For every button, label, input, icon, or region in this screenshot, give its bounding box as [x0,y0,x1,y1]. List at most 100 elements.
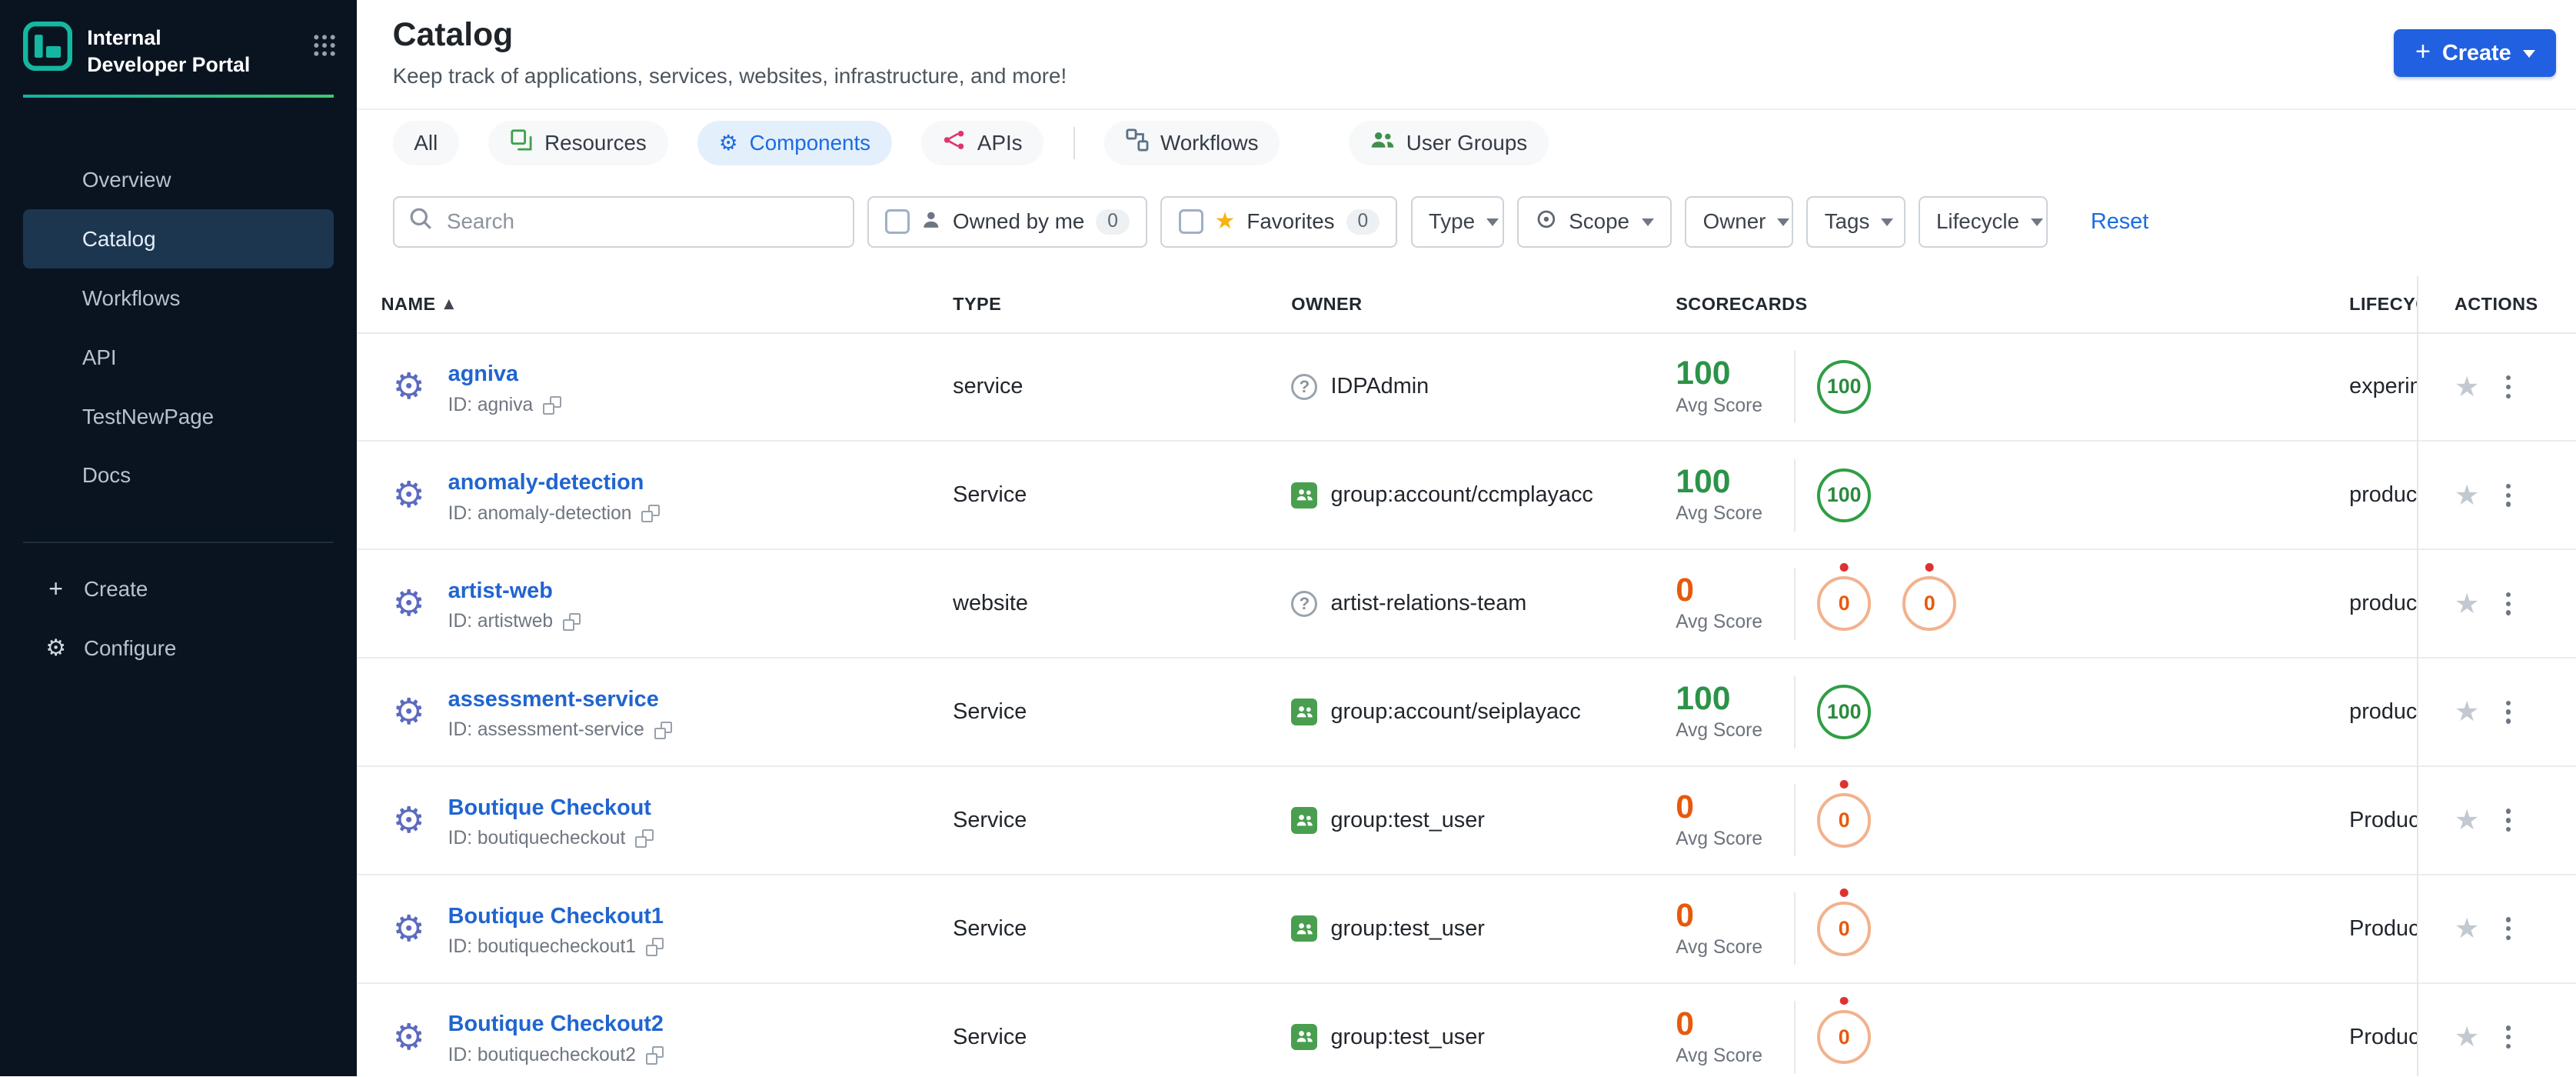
scope-dropdown[interactable]: Scope [1517,196,1672,248]
type-dropdown[interactable]: Type [1410,196,1505,248]
lifecycle-dropdown[interactable]: Lifecycle [1918,196,2048,248]
component-id: ID: boutiquecheckout1 [448,936,636,958]
avg-score-label: Avg Score [1676,1045,1763,1066]
more-options-icon[interactable] [2502,805,2514,835]
owner-name: group:test_user [1330,1024,1485,1049]
more-options-icon[interactable] [2502,481,2514,510]
avg-score-value: 0 [1676,572,1694,609]
favorites-filter[interactable]: ★ Favorites 0 [1160,196,1398,248]
score-badge[interactable]: 100 [1816,685,1872,739]
sidebar-item-workflows[interactable]: Workflows [23,268,334,328]
score-badge[interactable]: 0 [1816,996,1872,1065]
column-header-scorecards[interactable]: SCORECARDS [1676,294,2349,315]
score-badge[interactable]: 0 [1816,780,1872,848]
owner-dropdown[interactable]: Owner [1685,196,1794,248]
score-badge[interactable]: 0 [1816,888,1872,956]
table-row[interactable]: ⚙ Boutique Checkout ID: boutiquecheckout… [356,767,2576,875]
tab-all[interactable]: All [392,121,459,165]
table-row[interactable]: ⚙ Boutique Checkout1 ID: boutiquecheckou… [356,875,2576,984]
favorite-star-icon[interactable]: ★ [2455,589,2480,618]
copy-icon[interactable] [654,721,673,740]
favorite-star-icon[interactable]: ★ [2455,481,2480,509]
lifecycle-value: produc [2349,482,2417,508]
more-options-icon[interactable] [2502,1022,2514,1052]
score-badge[interactable]: 0 [1816,563,1872,631]
column-header-name[interactable]: NAME ▲ [381,294,954,315]
create-button[interactable]: + Create [2394,29,2557,78]
owned-by-me-count: 0 [1096,209,1130,235]
more-options-icon[interactable] [2502,589,2514,619]
sidebar-item-docs[interactable]: Docs [23,446,334,505]
name-cell: ⚙ Boutique Checkout1 ID: boutiquecheckou… [381,900,954,959]
app-logo-icon[interactable] [22,21,72,78]
app-switcher-grid-icon[interactable] [312,33,337,65]
owned-by-me-filter[interactable]: Owned by me 0 [867,196,1148,248]
app-window: Internal Developer Portal Overview Catal… [0,0,2576,1077]
sidebar-create-label: Create [83,576,148,601]
name-cell: ⚙ anomaly-detection ID: anomaly-detectio… [381,466,954,525]
trend-dot-icon [1839,780,1849,789]
avg-score-value: 100 [1676,679,1731,717]
column-header-owner[interactable]: OWNER [1291,294,1676,315]
scorecards-cell: 0 Avg Score 0 [1676,888,2349,965]
component-name-link[interactable]: assessment-service [448,687,659,712]
component-name-link[interactable]: anomaly-detection [448,470,644,495]
sidebar-item-api[interactable]: API [23,328,334,387]
tab-user-groups[interactable]: User Groups [1349,121,1549,165]
owner-cell: ? group:account/ccmplayacc [1291,482,1676,508]
search-icon [409,207,432,237]
table-row[interactable]: ⚙ anomaly-detection ID: anomaly-detectio… [356,442,2576,551]
component-name-link[interactable]: agniva [448,362,518,386]
score-badge[interactable]: 100 [1816,359,1872,415]
tags-dropdown[interactable]: Tags [1806,196,1905,248]
table-row[interactable]: ⚙ assessment-service ID: assessment-serv… [356,659,2576,767]
copy-icon[interactable] [645,1046,664,1065]
more-options-icon[interactable] [2502,914,2514,943]
tab-resources[interactable]: Resources [488,121,668,165]
component-name-link[interactable]: Boutique Checkout [448,795,651,820]
component-type: service [953,374,1023,399]
copy-icon[interactable] [635,829,654,848]
favorites-checkbox[interactable] [1178,209,1203,235]
table-row[interactable]: ⚙ artist-web ID: artistweb website ? art… [356,550,2576,659]
tab-components[interactable]: ⚙ Components [697,121,892,165]
table-row[interactable]: ⚙ Boutique Checkout2 ID: boutiquecheckou… [356,983,2576,1077]
reset-button[interactable]: Reset [2091,209,2148,235]
score-separator [1794,350,1796,423]
more-options-icon[interactable] [2502,697,2514,726]
favorite-star-icon[interactable]: ★ [2455,1022,2480,1051]
tab-apis[interactable]: APIs [921,121,1044,165]
copy-icon[interactable] [641,504,660,523]
lifecycle-value: produc [2349,699,2417,725]
owner-cell: ? group:test_user [1291,1024,1676,1051]
sidebar-create-button[interactable]: + Create [23,559,334,619]
search-input[interactable] [443,208,838,236]
name-cell: ⚙ assessment-service ID: assessment-serv… [381,683,954,742]
sidebar-item-catalog[interactable]: Catalog [22,209,334,269]
column-header-type[interactable]: TYPE [953,294,1291,315]
score-badge[interactable]: 100 [1816,468,1872,523]
table-row[interactable]: ⚙ agniva ID: agniva service ? IDPAdmin 1… [356,333,2576,442]
component-name-link[interactable]: Boutique Checkout1 [448,904,664,929]
sidebar-item-overview[interactable]: Overview [23,150,334,209]
more-options-icon[interactable] [2502,372,2514,402]
favorite-star-icon[interactable]: ★ [2455,806,2480,834]
component-type: Service [953,699,1027,725]
favorite-star-icon[interactable]: ★ [2455,372,2480,401]
sidebar-configure-button[interactable]: ⚙ Configure [23,619,334,678]
owned-by-me-checkbox[interactable] [885,209,910,235]
component-name-link[interactable]: Boutique Checkout2 [448,1012,664,1036]
copy-icon[interactable] [562,612,581,632]
copy-icon[interactable] [645,938,664,956]
tab-workflows[interactable]: Workflows [1104,121,1280,165]
sidebar-item-testnewpage[interactable]: TestNewPage [23,387,334,446]
score-badge[interactable]: 0 [1902,563,1957,631]
favorite-star-icon[interactable]: ★ [2455,914,2480,942]
favorite-star-icon[interactable]: ★ [2455,698,2480,725]
lifecycle-dropdown-label: Lifecycle [1935,209,2019,234]
avg-score-value: 100 [1676,355,1731,392]
copy-icon[interactable] [543,396,561,415]
column-header-lifecycle[interactable]: LIFECYC [2349,294,2417,315]
search-box [392,196,854,248]
component-name-link[interactable]: artist-web [448,579,553,603]
